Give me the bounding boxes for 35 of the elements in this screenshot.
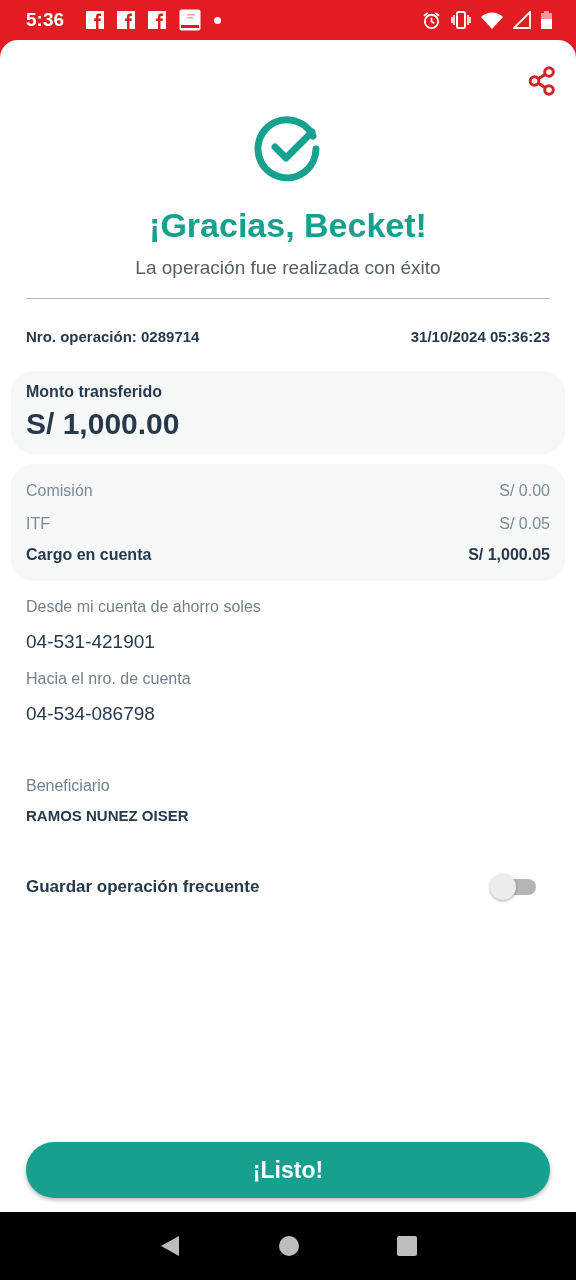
amount-value: S/ 1,000.00 xyxy=(26,407,181,441)
signal-icon xyxy=(513,11,531,29)
facebook-icon xyxy=(148,11,167,29)
wifi-icon xyxy=(481,11,503,29)
amount-label: Monto transferido xyxy=(26,383,163,401)
operation-datetime: 31/10/2024 05:36:23 xyxy=(410,328,550,345)
charge-label: Comisión xyxy=(26,481,93,500)
thank-you-title: ¡Gracias, Becket! xyxy=(148,206,428,245)
done-button[interactable]: ¡Listo! xyxy=(26,1142,550,1198)
charge-label: Cargo en cuenta xyxy=(26,546,152,564)
save-frequent-label: Guardar operación frecuente xyxy=(26,877,260,897)
dot-icon xyxy=(214,16,222,24)
toggle-switch[interactable] xyxy=(490,874,536,900)
charge-value: S/ 1,000.05 xyxy=(468,546,550,564)
charge-value: S/ 0.05 xyxy=(499,514,550,533)
status-time: 5:36 xyxy=(26,9,65,31)
app-icon xyxy=(179,9,202,31)
charge-label: ITF xyxy=(26,514,50,533)
facebook-icon xyxy=(117,11,136,29)
alarm-icon xyxy=(422,10,441,30)
vibrate-icon xyxy=(451,11,471,29)
facebook-icon xyxy=(86,11,105,29)
home-icon[interactable] xyxy=(279,1236,299,1256)
battery-icon xyxy=(541,11,552,29)
back-icon[interactable] xyxy=(159,1235,181,1257)
detail-label: Beneficiario xyxy=(26,777,111,795)
account-number: 04-531-421901 xyxy=(26,631,156,653)
charge-value: S/ 0.00 xyxy=(499,481,550,500)
operation-number: Nro. operación: 0289714 xyxy=(26,328,200,345)
beneficiary-name: RAMOS NUNEZ OISER xyxy=(26,807,190,824)
success-message: La operación fue realizada con éxito xyxy=(134,257,442,279)
account-number: 04-534-086798 xyxy=(26,703,156,725)
detail-label: Desde mi cuenta de ahorro soles xyxy=(26,598,262,616)
detail-label: Hacia el nro. de cuenta xyxy=(26,670,192,688)
share-icon[interactable] xyxy=(528,66,556,96)
